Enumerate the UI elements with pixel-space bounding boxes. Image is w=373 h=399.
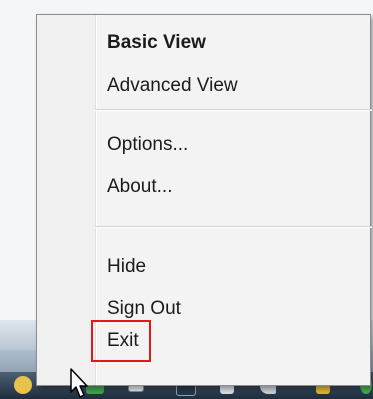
menu-item-hide[interactable]: Hide [107,250,146,284]
context-menu: Basic View Advanced View Options... Abou… [36,14,372,386]
menu-item-about[interactable]: About... [107,170,173,204]
menu-item-basic-view[interactable]: Basic View [107,26,206,60]
tray-app-icon[interactable] [14,376,32,394]
exit-highlight-box [91,320,151,362]
menu-item-advanced-view[interactable]: Advanced View [107,69,238,103]
menu-icon-gutter [37,15,95,385]
mouse-pointer-icon [70,368,88,398]
menu-separator [95,226,372,228]
menu-separator [95,109,372,111]
menu-item-options[interactable]: Options... [107,128,188,162]
